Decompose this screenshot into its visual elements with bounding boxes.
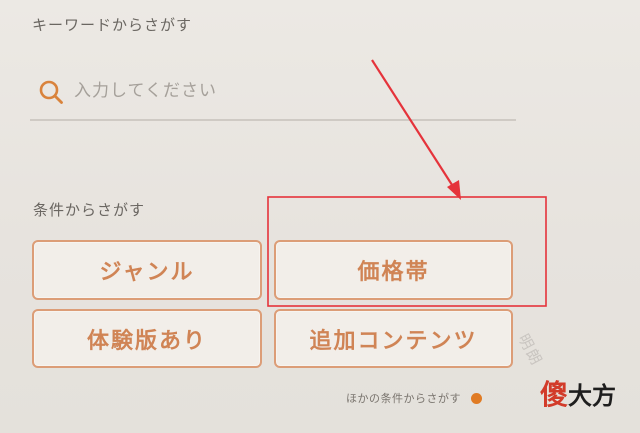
watermark-logo-char: 傻 [540, 378, 569, 411]
orange-dot-icon [471, 392, 482, 404]
additional-content-button-label: 追加コンテンツ [309, 328, 478, 354]
search-input[interactable] [74, 75, 494, 107]
screen: キーワードからさがす 条件からさがす ジャンル 価格帯 体験版あり 追加コンテン… [0, 0, 640, 433]
additional-content-button[interactable]: 追加コンテンツ [274, 309, 513, 368]
genre-button-label: ジャンル [99, 260, 195, 285]
annotation-arrow-head [447, 180, 461, 200]
keyword-section-label: キーワードからさがす [32, 16, 193, 34]
demo-available-button-label: 体験版あり [86, 328, 207, 354]
search-field[interactable] [30, 63, 516, 121]
demo-available-button[interactable]: 体験版あり [32, 309, 262, 368]
price-range-button[interactable]: 価格帯 [274, 240, 513, 300]
condition-section-label: 条件からさがす [33, 201, 146, 219]
search-icon [39, 80, 63, 104]
genre-button[interactable]: ジャンル [32, 240, 262, 300]
watermark-diagonal-text: 明朗 [514, 330, 547, 370]
watermark-logo-text: 大方 [568, 381, 617, 410]
other-conditions-label: ほかの条件からさがす [346, 392, 461, 405]
other-conditions-link[interactable]: ほかの条件からさがす [346, 390, 482, 406]
price-range-button-label: 価格帯 [357, 260, 430, 285]
watermark-logo: 傻 大方 [540, 372, 634, 414]
